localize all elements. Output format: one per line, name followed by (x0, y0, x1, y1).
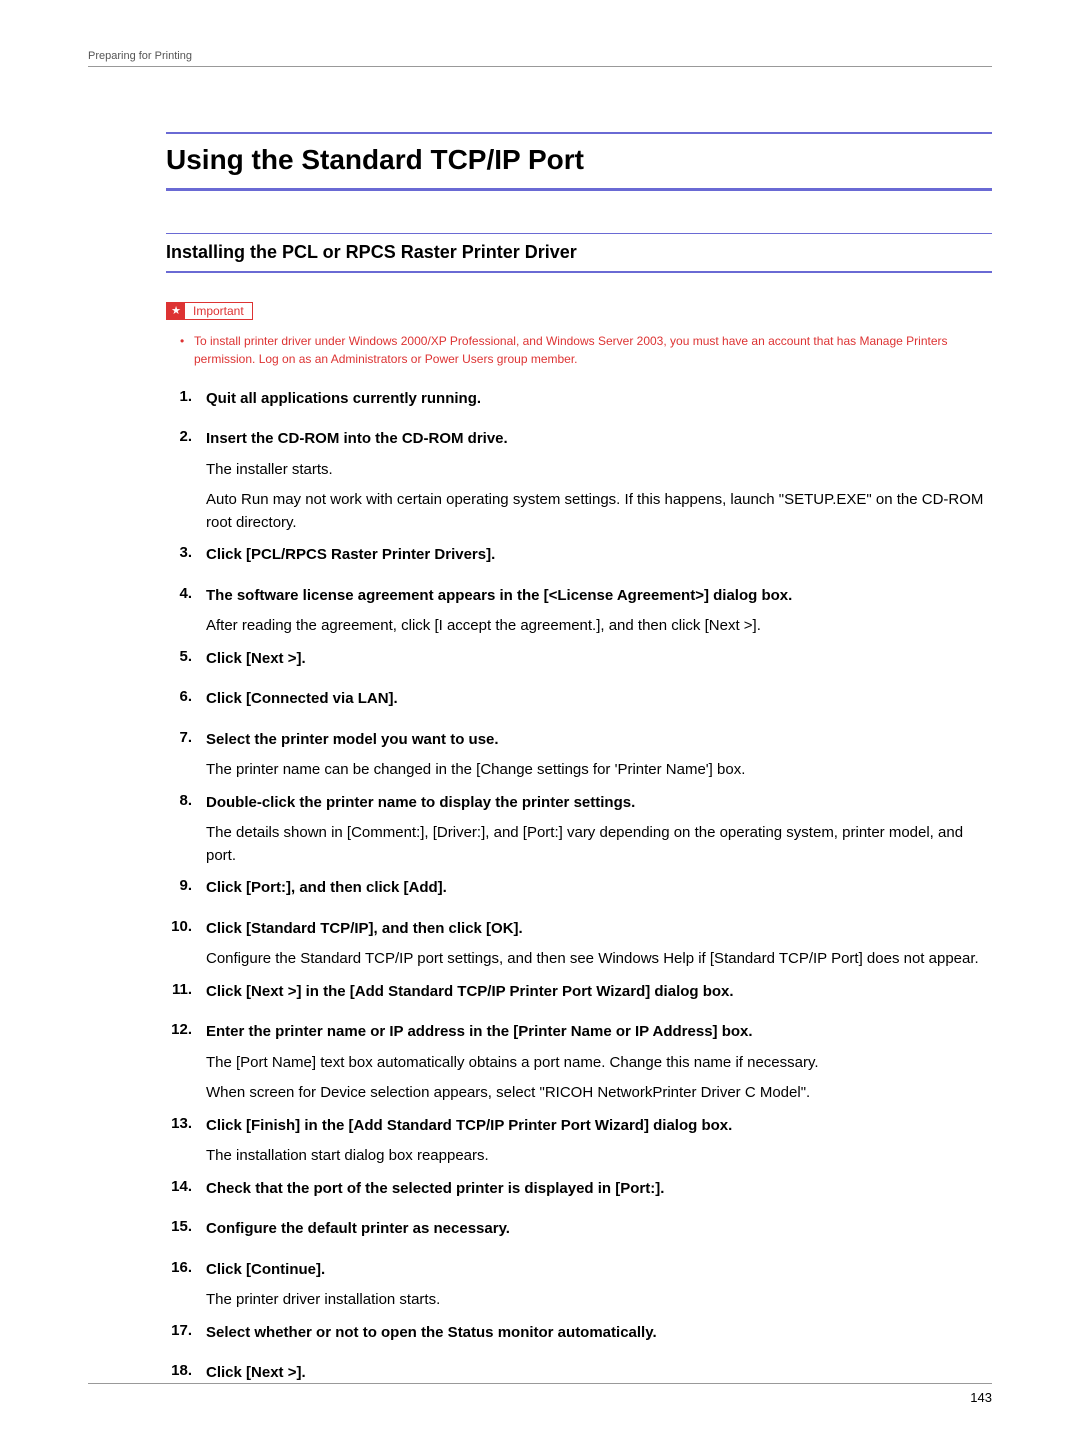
step-body: The software license agreement appears i… (206, 585, 992, 638)
step-title: Click [Port:], and then click [Add]. (206, 877, 992, 900)
step-body: Click [Port:], and then click [Add]. (206, 877, 992, 908)
step-description: The [Port Name] text box automatically o… (206, 1052, 992, 1075)
step-number: 12. (166, 1021, 206, 1105)
step-title: Enter the printer name or IP address in … (206, 1021, 992, 1044)
step: 16.Click [Continue]. The printer driver i… (166, 1259, 992, 1312)
step-title: Click [Standard TCP/IP], and then click … (206, 918, 992, 941)
step-body: Configure the default printer as necessa… (206, 1218, 992, 1249)
step-body: Select the printer model you want to use… (206, 729, 992, 782)
step-title: Insert the CD-ROM into the CD-ROM drive. (206, 428, 992, 451)
step-body: Click [PCL/RPCS Raster Printer Drivers]. (206, 544, 992, 575)
step-description: The printer driver installation starts. (206, 1289, 992, 1312)
step-number: 7. (166, 729, 206, 782)
step: 6.Click [Connected via LAN]. (166, 688, 992, 719)
step: 5.Click [Next >]. (166, 648, 992, 679)
step: 4.The software license agreement appears… (166, 585, 992, 638)
star-icon: ★ (167, 303, 185, 319)
step-title: Click [PCL/RPCS Raster Printer Drivers]. (206, 544, 992, 567)
step-body: Quit all applications currently running. (206, 388, 992, 419)
step-body: Check that the port of the selected prin… (206, 1178, 992, 1209)
running-header: Preparing for Printing (88, 50, 992, 67)
step-number: 6. (166, 688, 206, 719)
page-title: Using the Standard TCP/IP Port (166, 144, 992, 176)
step-number: 16. (166, 1259, 206, 1312)
step-title: Click [Next >] in the [Add Standard TCP/… (206, 981, 992, 1004)
step-number: 9. (166, 877, 206, 908)
step-body: Click [Connected via LAN]. (206, 688, 992, 719)
section-title-rule: Installing the PCL or RPCS Raster Printe… (166, 233, 992, 273)
steps-list: 1.Quit all applications currently runnin… (166, 388, 992, 1393)
step: 17.Select whether or not to open the Sta… (166, 1322, 992, 1353)
bullet-icon: • (180, 332, 194, 368)
step-number: 13. (166, 1115, 206, 1168)
step-description: The installation start dialog box reappe… (206, 1145, 992, 1168)
document-page: Preparing for Printing Using the Standar… (0, 0, 1080, 1437)
step: 13.Click [Finish] in the [Add Standard T… (166, 1115, 992, 1168)
step-description: When screen for Device selection appears… (206, 1082, 992, 1105)
step: 10.Click [Standard TCP/IP], and then cli… (166, 918, 992, 971)
step-number: 4. (166, 585, 206, 638)
important-label-text: Important (185, 303, 252, 319)
important-note-text: To install printer driver under Windows … (194, 332, 992, 368)
step-title: Click [Next >]. (206, 648, 992, 671)
step: 15.Configure the default printer as nece… (166, 1218, 992, 1249)
step-title: Click [Finish] in the [Add Standard TCP/… (206, 1115, 992, 1138)
important-badge: ★ Important (166, 302, 253, 320)
step: 7.Select the printer model you want to u… (166, 729, 992, 782)
step: 14.Check that the port of the selected p… (166, 1178, 992, 1209)
page-number: 143 (88, 1383, 992, 1405)
step-body: Select whether or not to open the Status… (206, 1322, 992, 1353)
step-number: 17. (166, 1322, 206, 1353)
step-number: 15. (166, 1218, 206, 1249)
step-title: Click [Connected via LAN]. (206, 688, 992, 711)
step-body: Click [Next >] in the [Add Standard TCP/… (206, 981, 992, 1012)
step-description: Configure the Standard TCP/IP port setti… (206, 948, 992, 971)
step: 2.Insert the CD-ROM into the CD-ROM driv… (166, 428, 992, 534)
step-description: The installer starts. (206, 459, 992, 482)
step-description: The printer name can be changed in the [… (206, 759, 992, 782)
step-body: Click [Continue]. The printer driver inst… (206, 1259, 992, 1312)
step: 1.Quit all applications currently runnin… (166, 388, 992, 419)
step-title: Click [Continue]. (206, 1259, 992, 1282)
step-body: Double-click the printer name to display… (206, 792, 992, 868)
step-number: 5. (166, 648, 206, 679)
section-title: Installing the PCL or RPCS Raster Printe… (166, 242, 992, 263)
step-number: 1. (166, 388, 206, 419)
step-number: 8. (166, 792, 206, 868)
step-number: 3. (166, 544, 206, 575)
step-title: Select the printer model you want to use… (206, 729, 992, 752)
step-number: 2. (166, 428, 206, 534)
step: 9.Click [Port:], and then click [Add]. (166, 877, 992, 908)
step-title: Quit all applications currently running. (206, 388, 992, 411)
step-description: The details shown in [Comment:], [Driver… (206, 822, 992, 867)
step-number: 14. (166, 1178, 206, 1209)
page-title-rule: Using the Standard TCP/IP Port (166, 132, 992, 191)
step-title: Select whether or not to open the Status… (206, 1322, 992, 1345)
step-title: Click [Next >]. (206, 1362, 992, 1385)
step-body: Click [Finish] in the [Add Standard TCP/… (206, 1115, 992, 1168)
step-title: Configure the default printer as necessa… (206, 1218, 992, 1241)
step-title: The software license agreement appears i… (206, 585, 992, 608)
step-description: Auto Run may not work with certain opera… (206, 489, 992, 534)
step-body: Click [Standard TCP/IP], and then click … (206, 918, 992, 971)
step-body: Enter the printer name or IP address in … (206, 1021, 992, 1105)
step-title: Double-click the printer name to display… (206, 792, 992, 815)
step: 8.Double-click the printer name to displ… (166, 792, 992, 868)
step: 12.Enter the printer name or IP address … (166, 1021, 992, 1105)
step-title: Check that the port of the selected prin… (206, 1178, 992, 1201)
step-body: Insert the CD-ROM into the CD-ROM drive.… (206, 428, 992, 534)
step: 11.Click [Next >] in the [Add Standard T… (166, 981, 992, 1012)
important-note: • To install printer driver under Window… (180, 332, 992, 368)
step-body: Click [Next >]. (206, 648, 992, 679)
step-number: 10. (166, 918, 206, 971)
step: 3.Click [PCL/RPCS Raster Printer Drivers… (166, 544, 992, 575)
step-description: After reading the agreement, click [I ac… (206, 615, 992, 638)
step-number: 11. (166, 981, 206, 1012)
